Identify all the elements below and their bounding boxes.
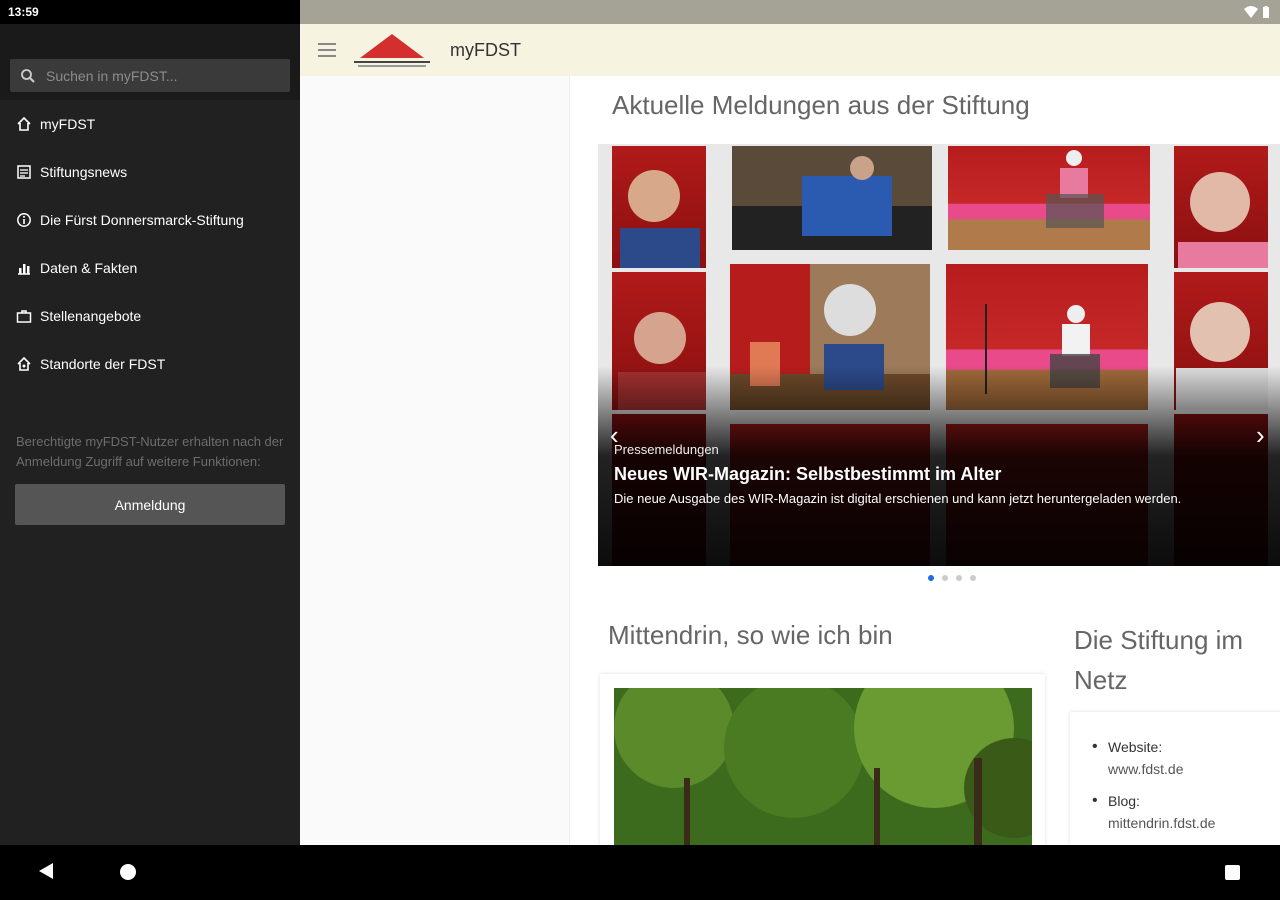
system-nav-bar xyxy=(0,845,1280,900)
carousel-dot[interactable] xyxy=(970,575,976,581)
app-title: myFDST xyxy=(450,39,521,60)
slide-category: Pressemeldungen xyxy=(614,442,719,457)
photo-tile xyxy=(948,146,1150,250)
sidebar-item-stiftung[interactable]: Die Fürst Donnersmarck-Stiftung xyxy=(0,196,300,244)
mittendrin-heading: Mittendrin, so wie ich bin xyxy=(608,620,893,650)
sidebar-item-myfdst[interactable]: myFDST xyxy=(0,100,300,148)
bar-chart-icon xyxy=(16,260,32,276)
briefcase-icon xyxy=(16,308,32,324)
status-bar-right xyxy=(300,0,1280,24)
carousel-dot[interactable] xyxy=(928,575,934,581)
search-icon xyxy=(21,68,35,83)
info-icon xyxy=(16,212,32,228)
news-carousel[interactable]: Pressemeldungen Neues WIR-Magazin: Selbs… xyxy=(598,144,1280,566)
search-placeholder: Suchen in myFDST... xyxy=(46,67,178,84)
slide-description: Die neue Ausgabe des WIR-Magazin ist dig… xyxy=(614,491,1182,506)
home-icon xyxy=(16,116,32,132)
website-label: Website: xyxy=(1108,739,1163,755)
sidebar-item-label: Stiftungsnews xyxy=(40,164,128,180)
drawer-header: Suchen in myFDST... xyxy=(0,24,300,100)
netz-card: Website: www.fdst.de Blog: mittendrin.fd… xyxy=(1070,712,1280,845)
sidebar-item-label: Stellenangebote xyxy=(40,308,142,324)
sidebar-item-label: Daten & Fakten xyxy=(40,260,138,276)
sidebar-item-label: Die Fürst Donnersmarck-Stiftung xyxy=(40,212,244,228)
magazine-tile xyxy=(1174,146,1268,268)
main-content: Aktuelle Meldungen aus der Stiftung Pres… xyxy=(300,76,1280,845)
fdst-logo xyxy=(352,30,432,70)
sidebar-item-stellenangebote[interactable]: Stellenangebote xyxy=(0,292,300,340)
carousel-prev-arrow-icon[interactable]: ‹ xyxy=(610,420,619,451)
news-icon xyxy=(16,164,32,180)
battery-icon xyxy=(1263,6,1269,18)
carousel-pagination xyxy=(928,575,976,581)
search-input[interactable]: Suchen in myFDST... xyxy=(10,59,290,92)
sidebar-item-label: myFDST xyxy=(40,116,96,132)
blog-link[interactable]: mittendrin.fdst.de xyxy=(1108,812,1280,834)
list-item: Website: www.fdst.de xyxy=(1092,736,1280,780)
sidebar-item-daten-fakten[interactable]: Daten & Fakten xyxy=(0,244,300,292)
home-button-icon[interactable] xyxy=(120,864,136,880)
app-bar: myFDST xyxy=(300,24,1280,76)
blog-label: Blog: xyxy=(1108,793,1140,809)
news-heading: Aktuelle Meldungen aus der Stiftung xyxy=(612,90,1030,120)
slide-title[interactable]: Neues WIR-Magazin: Selbstbestimmt im Alt… xyxy=(614,464,1001,485)
list-item: Blog: mittendrin.fdst.de xyxy=(1092,790,1280,834)
login-note: Berechtigte myFDST-Nutzer erhalten nach … xyxy=(16,434,284,469)
menu-icon[interactable] xyxy=(318,43,336,57)
sidebar-item-standorte[interactable]: Standorte der FDST xyxy=(0,340,300,388)
tree-avenue-image xyxy=(614,688,1032,845)
sidebar-item-label: Standorte der FDST xyxy=(40,356,166,372)
website-link[interactable]: www.fdst.de xyxy=(1108,758,1280,780)
magazine-tile xyxy=(612,146,706,268)
left-column xyxy=(300,76,570,845)
carousel-next-arrow-icon[interactable]: › xyxy=(1256,420,1265,451)
mittendrin-card[interactable] xyxy=(600,674,1045,845)
navigation-drawer: 13:59 Suchen in myFDST... myFDST Stiftun… xyxy=(0,0,300,845)
photo-tile xyxy=(732,146,932,250)
back-icon[interactable] xyxy=(39,863,53,879)
recent-apps-icon[interactable] xyxy=(1225,865,1240,880)
status-time: 13:59 xyxy=(8,5,39,19)
location-icon xyxy=(16,356,32,372)
status-bar-left: 13:59 xyxy=(0,0,300,24)
wifi-icon xyxy=(1244,6,1258,18)
login-button[interactable]: Anmeldung xyxy=(15,484,285,525)
drawer-nav: myFDST Stiftungsnews Die Fürst Donnersma… xyxy=(0,100,300,388)
sidebar-item-stiftungsnews[interactable]: Stiftungsnews xyxy=(0,148,300,196)
netz-heading: Die Stiftung im Netz xyxy=(1074,625,1244,695)
carousel-dot[interactable] xyxy=(956,575,962,581)
carousel-dot[interactable] xyxy=(942,575,948,581)
